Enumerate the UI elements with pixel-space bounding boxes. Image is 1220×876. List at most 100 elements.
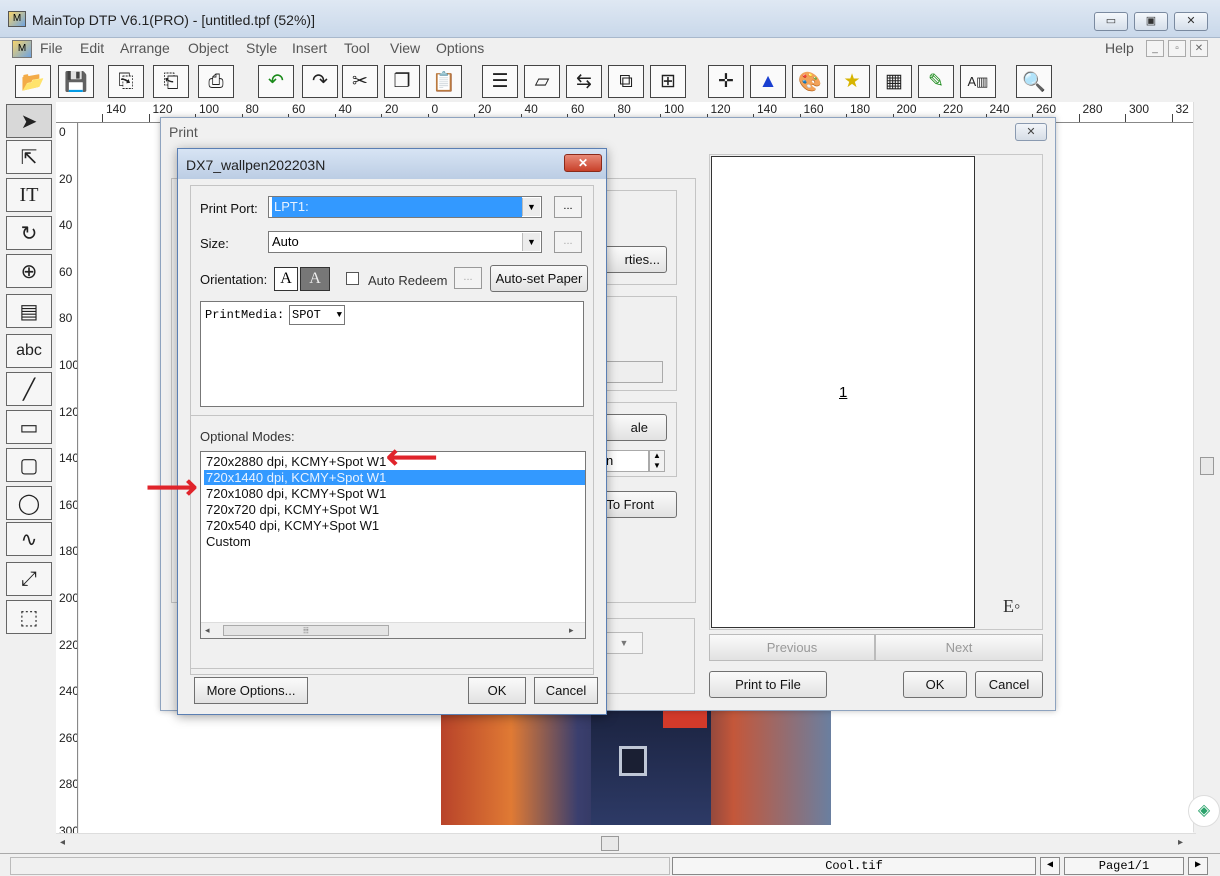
distribute-icon[interactable]: ⇆ bbox=[566, 65, 602, 98]
print-port-browse-button[interactable]: ... bbox=[554, 196, 582, 218]
text-tool-icon[interactable]: IT bbox=[6, 178, 52, 212]
print-icon[interactable]: ⎙ bbox=[198, 65, 234, 98]
copies-dropdown[interactable]: ▼ bbox=[605, 632, 643, 654]
menu-style[interactable]: Style bbox=[246, 40, 277, 56]
list-scroll-thumb[interactable]: ⦙⦙⦙ bbox=[223, 625, 389, 636]
menu-insert[interactable]: Insert bbox=[292, 40, 327, 56]
list-item[interactable]: 720x720 dpi, KCMY+Spot W1 bbox=[204, 502, 585, 517]
copy-icon[interactable]: ❐ bbox=[384, 65, 420, 98]
size-browse-button[interactable]: ... bbox=[554, 231, 582, 253]
list-item[interactable]: 720x540 dpi, KCMY+Spot W1 bbox=[204, 518, 585, 533]
next-page-icon[interactable]: ▶ bbox=[1188, 857, 1208, 875]
node-tool-icon[interactable]: ⇱ bbox=[6, 140, 52, 174]
menu-arrange[interactable]: Arrange bbox=[120, 40, 170, 56]
chevron-down-icon[interactable]: ▼ bbox=[522, 233, 540, 251]
scroll-right-icon[interactable]: ▸ bbox=[1178, 837, 1183, 848]
print-ok-button[interactable]: OK bbox=[903, 671, 967, 698]
position-field[interactable] bbox=[601, 361, 663, 383]
color-icon[interactable]: 🎨 bbox=[792, 65, 828, 98]
abc-text-icon[interactable]: abc bbox=[6, 334, 52, 368]
table-icon[interactable]: ⊞ bbox=[650, 65, 686, 98]
pointer-tool-icon[interactable]: ➤ bbox=[6, 104, 52, 138]
edit-node-icon[interactable]: ✎ bbox=[918, 65, 954, 98]
page-tool-icon[interactable]: ▤ bbox=[6, 294, 52, 328]
line-tool-icon[interactable]: ╱ bbox=[6, 372, 52, 406]
minimize-button[interactable]: ▭ bbox=[1094, 12, 1128, 31]
document-icon[interactable]: M bbox=[12, 40, 32, 58]
save-icon[interactable]: 💾 bbox=[58, 65, 94, 98]
landscape-orientation-icon[interactable]: A bbox=[300, 267, 330, 291]
auto-redeem-checkbox[interactable] bbox=[346, 272, 359, 285]
dx7-cancel-button[interactable]: Cancel bbox=[534, 677, 598, 704]
optional-modes-list[interactable]: 720x2880 dpi, KCMY+Spot W1 720x1440 dpi,… bbox=[200, 451, 586, 639]
assistant-icon[interactable]: ◈ bbox=[1188, 795, 1220, 827]
menu-options[interactable]: Options bbox=[436, 40, 484, 56]
next-button[interactable]: Next bbox=[875, 634, 1043, 661]
scale-spin-field[interactable]: n bbox=[601, 450, 649, 472]
mdi-restore-button[interactable]: ▫ bbox=[1168, 40, 1186, 57]
find-icon[interactable]: 🔍 bbox=[1016, 65, 1052, 98]
redo-icon[interactable]: ↷ bbox=[302, 65, 338, 98]
auto-set-paper-button[interactable]: Auto-set Paper bbox=[490, 265, 588, 292]
mdi-minimize-button[interactable]: _ bbox=[1146, 40, 1164, 57]
scroll-left-icon[interactable]: ◂ bbox=[60, 837, 65, 848]
print-to-file-button[interactable]: Print to File bbox=[709, 671, 827, 698]
to-front-button[interactable]: To Front bbox=[601, 491, 677, 518]
list-horizontal-scrollbar[interactable]: ◂ ⦙⦙⦙ ▸ bbox=[201, 622, 585, 638]
export-icon[interactable]: ⎗ bbox=[153, 65, 189, 98]
auto-redeem-browse-button[interactable]: ... bbox=[454, 267, 482, 289]
rectangle-tool-icon[interactable]: ▭ bbox=[6, 410, 52, 444]
paste-icon[interactable]: 📋 bbox=[426, 65, 462, 98]
curve-tool-icon[interactable]: ∿ bbox=[6, 522, 52, 556]
menu-edit[interactable]: Edit bbox=[80, 40, 104, 56]
more-options-button[interactable]: More Options... bbox=[194, 677, 308, 704]
shapes-icon[interactable]: ▲ bbox=[750, 65, 786, 98]
chevron-down-icon[interactable]: ▼ bbox=[337, 306, 342, 324]
rounded-rect-tool-icon[interactable]: ▢ bbox=[6, 448, 52, 482]
menu-help[interactable]: Help bbox=[1105, 40, 1134, 56]
prev-page-icon[interactable]: ◀ bbox=[1040, 857, 1060, 875]
scale-button[interactable]: ale bbox=[601, 414, 667, 441]
crosshair-icon[interactable]: ✛ bbox=[708, 65, 744, 98]
vertical-scroll-thumb[interactable] bbox=[1200, 457, 1214, 475]
size-combo[interactable]: Auto ▼ bbox=[268, 231, 542, 253]
frame-tool-icon[interactable]: ⬚ bbox=[6, 600, 52, 634]
maximize-button[interactable]: ▣ bbox=[1134, 12, 1168, 31]
preview-orientation-icon[interactable]: E◦ bbox=[1003, 596, 1020, 617]
zoom-tool-icon[interactable]: ⊕ bbox=[6, 254, 52, 288]
dx7-close-button[interactable]: ✕ bbox=[564, 154, 602, 172]
star-icon[interactable]: ★ bbox=[834, 65, 870, 98]
artwork-image[interactable] bbox=[441, 710, 831, 825]
menu-file[interactable]: File bbox=[40, 40, 63, 56]
previous-button[interactable]: Previous bbox=[709, 634, 875, 661]
print-media-combo[interactable]: SPOT ▼ bbox=[289, 305, 345, 325]
vertical-scrollbar[interactable] bbox=[1193, 102, 1220, 832]
list-item[interactable]: Custom bbox=[204, 534, 585, 549]
import-icon[interactable]: ⎘ bbox=[108, 65, 144, 98]
close-button[interactable]: ✕ bbox=[1174, 12, 1208, 31]
menu-view[interactable]: View bbox=[390, 40, 420, 56]
menu-object[interactable]: Object bbox=[188, 40, 228, 56]
dx7-ok-button[interactable]: OK bbox=[468, 677, 526, 704]
list-item[interactable]: 720x1080 dpi, KCMY+Spot W1 bbox=[204, 486, 585, 501]
open-folder-icon[interactable]: 📂 bbox=[15, 65, 51, 98]
scale-spinner[interactable]: ▲ ▼ bbox=[649, 450, 665, 472]
align-left-icon[interactable]: ☰ bbox=[482, 65, 518, 98]
grid-map-icon[interactable]: ▦ bbox=[876, 65, 912, 98]
print-cancel-button[interactable]: Cancel bbox=[975, 671, 1043, 698]
undo-icon[interactable]: ↶ bbox=[258, 65, 294, 98]
portrait-orientation-icon[interactable]: A bbox=[274, 267, 298, 291]
chevron-down-icon[interactable]: ▼ bbox=[522, 198, 540, 216]
scroll-left-icon[interactable]: ◂ bbox=[205, 625, 210, 636]
group-icon[interactable]: ⧉ bbox=[608, 65, 644, 98]
align-skew-icon[interactable]: ▱ bbox=[524, 65, 560, 98]
horizontal-scroll-thumb[interactable] bbox=[601, 836, 619, 851]
properties-button[interactable]: rties... bbox=[601, 246, 667, 273]
text-format-icon[interactable]: A▥ bbox=[960, 65, 996, 98]
print-port-combo[interactable]: LPT1: ▼ bbox=[268, 196, 542, 218]
horizontal-scrollbar[interactable]: ◂ ▸ bbox=[56, 833, 1196, 853]
scroll-right-icon[interactable]: ▸ bbox=[569, 625, 574, 636]
print-close-button[interactable]: ✕ bbox=[1015, 123, 1047, 141]
dimension-tool-icon[interactable]: ⤢ bbox=[6, 562, 52, 596]
rotate-tool-icon[interactable]: ↻ bbox=[6, 216, 52, 250]
